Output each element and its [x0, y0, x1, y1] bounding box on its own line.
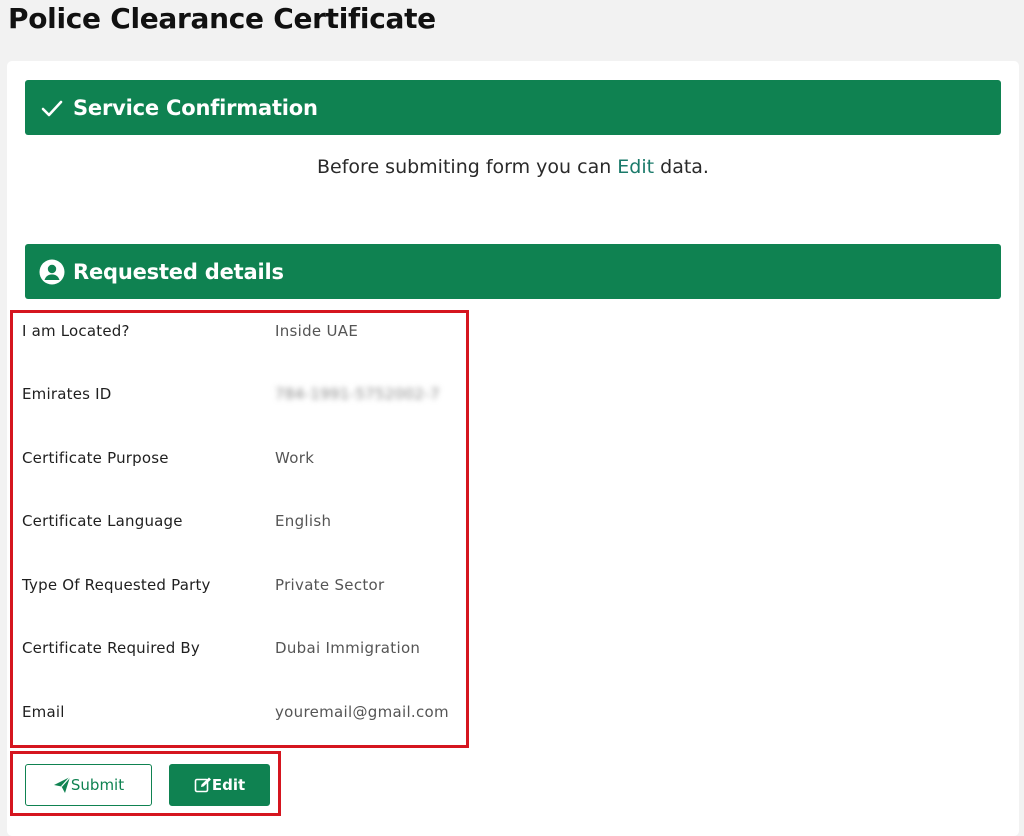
detail-label: Certificate Purpose	[22, 449, 169, 467]
detail-label: Emirates ID	[22, 385, 112, 403]
detail-value: Dubai Immigration	[275, 639, 421, 657]
detail-row-required-by: Certificate Required By Dubai Immigratio…	[22, 639, 462, 663]
edit-link[interactable]: Edit	[617, 156, 654, 178]
detail-value: Private Sector	[275, 576, 385, 594]
check-icon	[39, 95, 65, 121]
detail-row-language: Certificate Language English	[22, 512, 462, 536]
requested-details-header: Requested details	[25, 244, 1001, 299]
confirmation-note-text: Before submiting form you can	[317, 156, 618, 178]
actions-highlight-box: Submit Edit	[10, 751, 281, 816]
detail-value-redacted: 784-1991-5752002-7	[275, 385, 440, 403]
detail-row-located: I am Located? Inside UAE	[22, 322, 462, 346]
detail-label: Certificate Language	[22, 512, 183, 530]
detail-row-email: Email youremail@gmail.com	[22, 703, 462, 727]
confirmation-note-suffix: data.	[654, 156, 709, 178]
user-circle-icon	[39, 259, 65, 285]
detail-label: Certificate Required By	[22, 639, 200, 657]
edit-label: Edit	[211, 776, 246, 794]
service-confirmation-title: Service Confirmation	[73, 95, 318, 120]
service-confirmation-header: Service Confirmation	[25, 80, 1001, 135]
detail-row-party-type: Type Of Requested Party Private Sector	[22, 576, 462, 600]
requested-details-title: Requested details	[73, 259, 284, 284]
detail-label: Type Of Requested Party	[22, 576, 211, 594]
detail-value: youremail@gmail.com	[275, 703, 449, 721]
detail-label: Email	[22, 703, 65, 721]
confirmation-note: Before submiting form you can Edit data.	[7, 156, 1019, 178]
detail-row-emirates-id: Emirates ID 784-1991-5752002-7	[22, 385, 462, 409]
submit-label: Submit	[70, 776, 125, 794]
detail-value: Inside UAE	[275, 322, 359, 340]
content-card: Service Confirmation Before submiting fo…	[7, 61, 1019, 836]
edit-button[interactable]: Edit	[169, 764, 270, 806]
edit-icon	[194, 776, 212, 794]
detail-row-purpose: Certificate Purpose Work	[22, 449, 462, 473]
detail-label: I am Located?	[22, 322, 130, 340]
submit-button[interactable]: Submit	[25, 764, 152, 806]
page-title: Police Clearance Certificate	[8, 2, 436, 35]
detail-value: Work	[275, 449, 315, 467]
detail-value: English	[275, 512, 332, 530]
paper-plane-icon	[53, 776, 71, 794]
